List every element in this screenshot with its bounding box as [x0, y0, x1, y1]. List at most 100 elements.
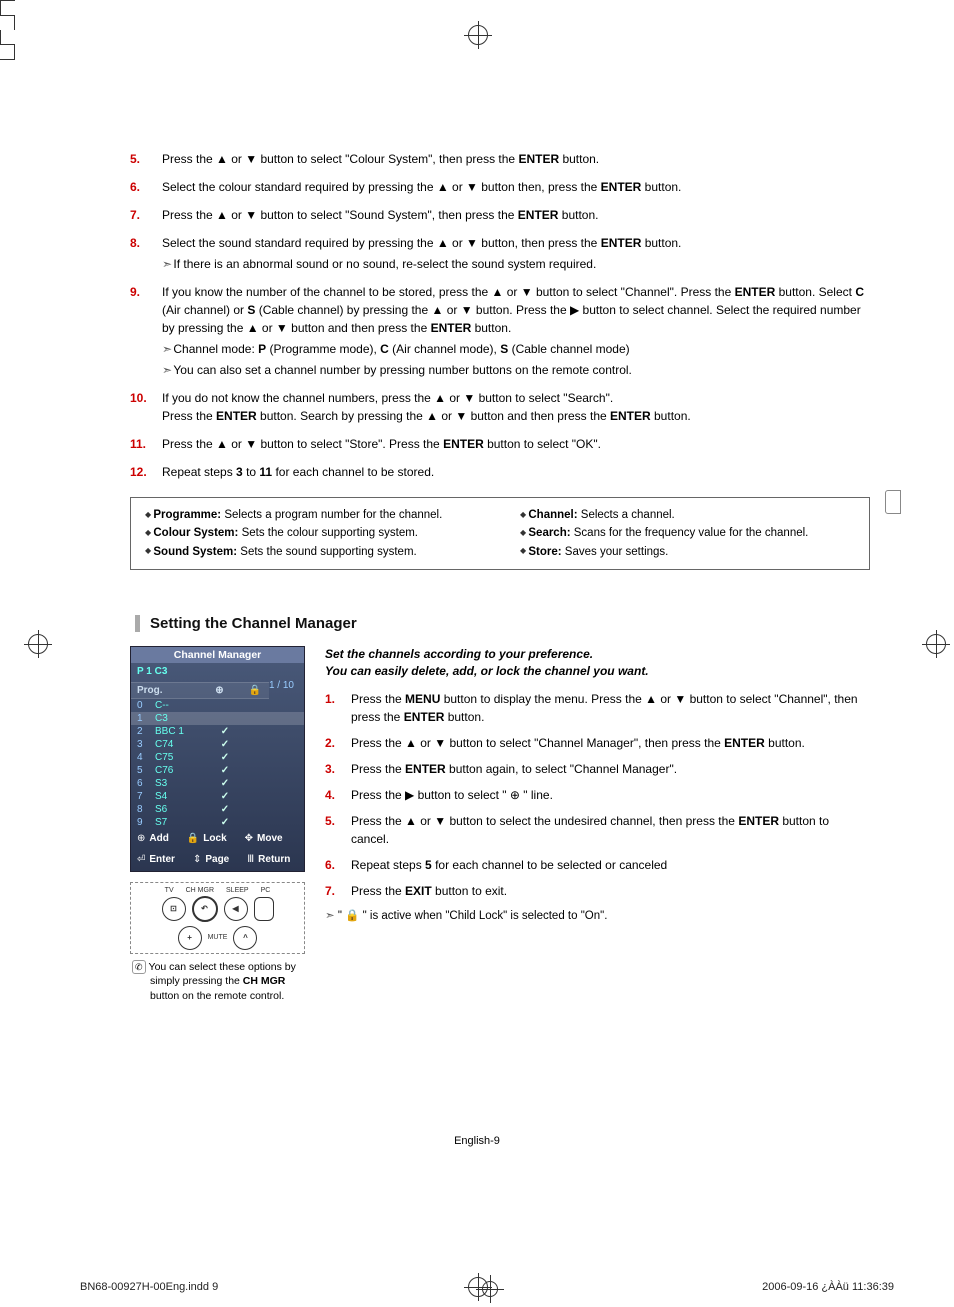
step-text: If you know the number of the channel to…	[162, 283, 870, 379]
osd-row: 9S7	[131, 816, 304, 829]
step-number: 2.	[325, 734, 351, 752]
osd-row-num: 9	[137, 817, 155, 828]
osd-header-row: Prog. ⊕ 🔒	[131, 682, 269, 699]
remote-up-button: ^	[233, 926, 257, 950]
osd-row-num: 1	[137, 713, 155, 724]
step-text: Select the sound standard required by pr…	[162, 234, 870, 273]
enter-icon: ⏎	[137, 854, 145, 865]
right-column: Set the channels according to your prefe…	[325, 646, 870, 1003]
osd-row-check	[210, 739, 240, 750]
legend-add-label: Add	[149, 833, 168, 844]
remote-label-sleep: SLEEP	[226, 887, 249, 894]
legend-enter-label: Enter	[149, 854, 175, 865]
step-number: 11.	[130, 435, 162, 453]
legend-move-label: Move	[257, 833, 283, 844]
osd-row-check	[210, 700, 240, 711]
crop-mark	[0, 45, 15, 60]
osd-row-check	[210, 726, 240, 737]
osd-row-name: S6	[155, 804, 210, 815]
step-number: 6.	[325, 856, 351, 874]
check-icon	[221, 817, 229, 828]
step-number: 3.	[325, 760, 351, 778]
osd-header-prog: Prog.	[137, 685, 192, 696]
page-footer: English-9	[0, 1135, 954, 1147]
definition-item: Programme: Selects a program number for …	[145, 506, 480, 524]
print-footer: BN68-00927H-00Eng.indd 9 2006-09-16 ¿ÀÀü…	[80, 1281, 894, 1297]
remote-note: ✆You can select these options by simply …	[130, 960, 305, 1003]
remote-diagram: TV CH MGR SLEEP PC ⊡ ↶ ◀ +	[130, 882, 305, 954]
osd-title: Channel Manager	[131, 647, 304, 663]
step-number: 12.	[130, 463, 162, 481]
step-text: Press the ▲ or ▼ button to select "Colou…	[162, 150, 870, 168]
step-text: If you do not know the channel numbers, …	[162, 389, 870, 425]
osd-row: 8S6	[131, 803, 304, 816]
step-number: 5.	[130, 150, 162, 168]
osd-sub-text: P 1 C3	[137, 666, 167, 677]
note-badge-icon: ✆	[132, 960, 146, 974]
step-text: Press the ▶ button to select " ⊕ " line.	[351, 786, 870, 804]
step-item: 4.Press the ▶ button to select " ⊕ " lin…	[325, 786, 870, 804]
definitions-left: Programme: Selects a program number for …	[145, 506, 480, 561]
legend-page-label: Page	[205, 854, 229, 865]
remote-note-text: You can select these options by simply p…	[149, 961, 296, 1001]
osd-row-name: C75	[155, 752, 210, 763]
step-item: 2.Press the ▲ or ▼ button to select "Cha…	[325, 734, 870, 752]
step-number: 6.	[130, 178, 162, 196]
legend-return: ⅢReturn	[247, 854, 290, 865]
osd-row-name: C76	[155, 765, 210, 776]
osd-screenshot: Channel Manager P 1 C3 1 / 10 Prog. ⊕ 🔒 …	[130, 646, 305, 872]
step-text: Press the ▲ or ▼ button to select "Store…	[162, 435, 870, 453]
step-text: Repeat steps 5 for each channel to be se…	[351, 856, 870, 874]
print-footer-left: BN68-00927H-00Eng.indd 9	[80, 1281, 218, 1297]
check-icon	[221, 765, 229, 776]
remote-tv-button: ⊡	[162, 897, 186, 921]
step-number: 4.	[325, 786, 351, 804]
definition-item: Channel: Selects a channel.	[520, 506, 855, 524]
step-text: Repeat steps 3 to 11 for each channel to…	[162, 463, 870, 481]
osd-row-name: C--	[155, 700, 210, 711]
osd-row: 2BBC 1	[131, 725, 304, 738]
end-note: " 🔒 " is active when "Child Lock" is sel…	[325, 908, 870, 922]
osd-row-num: 5	[137, 765, 155, 776]
osd-row-check	[210, 752, 240, 763]
step-text: Press the ▲ or ▼ button to select "Chann…	[351, 734, 870, 752]
step-item: 11.Press the ▲ or ▼ button to select "St…	[130, 435, 870, 453]
remote-mute-label: MUTE	[208, 934, 228, 941]
page-icon: ⇕	[193, 854, 201, 865]
osd-row-name: C74	[155, 739, 210, 750]
osd-row: 0C--	[131, 699, 304, 712]
osd-row-name: S3	[155, 778, 210, 789]
step-number: 5.	[325, 812, 351, 848]
step-text: Press the ENTER button again, to select …	[351, 760, 870, 778]
osd-row-check	[210, 713, 240, 724]
step-number: 10.	[130, 389, 162, 425]
osd-row: 7S4	[131, 790, 304, 803]
remote-label-chmgr: CH MGR	[186, 887, 214, 894]
legend-page: ⇕ Page	[193, 854, 229, 865]
crop-mark	[0, 15, 15, 30]
legend-move: ✥ Move	[245, 833, 283, 844]
osd-column: Channel Manager P 1 C3 1 / 10 Prog. ⊕ 🔒 …	[130, 646, 305, 1003]
osd-count: 1 / 10	[269, 680, 298, 691]
check-icon	[221, 726, 229, 737]
definition-item: Colour System: Sets the colour supportin…	[145, 524, 480, 542]
registration-mark-icon	[926, 634, 946, 654]
content-area: 5.Press the ▲ or ▼ button to select "Col…	[130, 150, 870, 1003]
check-icon	[221, 739, 229, 750]
step-sub-note: Channel mode: P (Programme mode), C (Air…	[162, 340, 870, 358]
steps-list-top: 5.Press the ▲ or ▼ button to select "Col…	[130, 150, 870, 481]
osd-row-check	[210, 791, 240, 802]
check-icon	[221, 804, 229, 815]
steps-list-right: 1.Press the MENU button to display the m…	[325, 690, 870, 900]
osd-row: 5C76	[131, 764, 304, 777]
return-icon: Ⅲ	[247, 854, 254, 865]
intro-line-1: Set the channels according to your prefe…	[325, 647, 593, 661]
step-item: 1.Press the MENU button to display the m…	[325, 690, 870, 726]
move-icon: ✥	[245, 833, 253, 844]
check-icon	[221, 791, 229, 802]
step-number: 7.	[130, 206, 162, 224]
osd-row: 4C75	[131, 751, 304, 764]
registration-mark-icon	[482, 1281, 498, 1297]
remote-chmgr-button: ↶	[192, 896, 218, 922]
definition-item: Sound System: Sets the sound supporting …	[145, 543, 480, 561]
